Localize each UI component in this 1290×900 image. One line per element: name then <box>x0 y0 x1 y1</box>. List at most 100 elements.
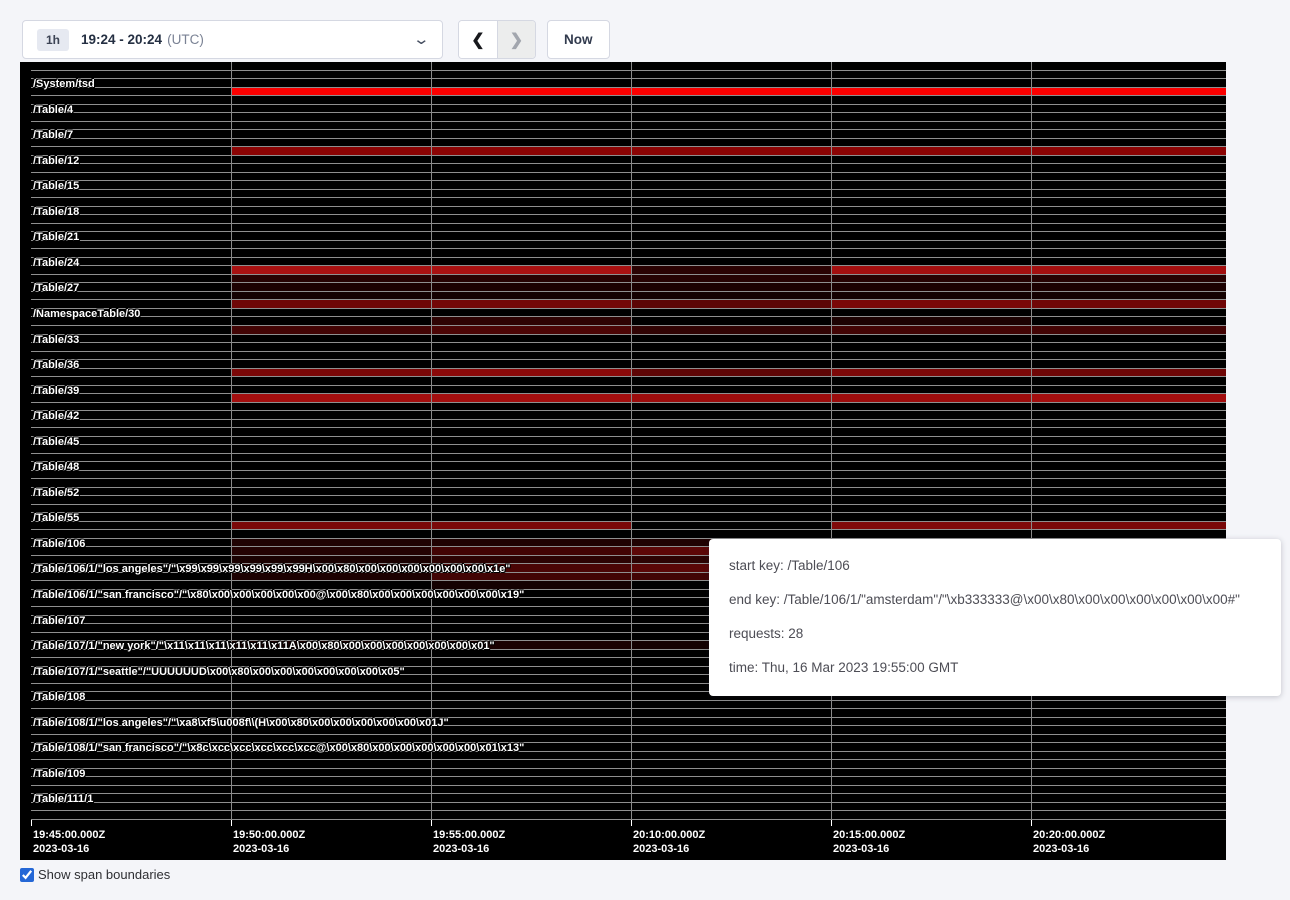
heatmap-cell[interactable] <box>31 352 231 360</box>
heatmap-cell[interactable] <box>31 232 231 240</box>
heatmap-cell[interactable] <box>31 249 231 257</box>
heatmap-cell[interactable] <box>231 275 431 283</box>
heatmap-cell[interactable] <box>1031 241 1226 249</box>
heatmap-cell[interactable] <box>831 113 1031 121</box>
heatmap-cell[interactable] <box>831 786 1031 794</box>
heatmap-cell[interactable] <box>31 752 231 760</box>
heatmap-cell[interactable] <box>631 317 831 325</box>
heatmap-cell[interactable] <box>431 335 631 343</box>
heatmap-cell[interactable] <box>631 735 831 743</box>
heatmap-cell[interactable] <box>31 454 231 462</box>
heatmap-cell[interactable] <box>631 488 831 496</box>
heatmap-cell[interactable] <box>431 496 631 504</box>
heatmap-cell[interactable] <box>431 386 631 394</box>
heatmap-cell[interactable] <box>31 581 231 589</box>
heatmap-cell[interactable] <box>231 658 431 666</box>
heatmap-cell[interactable] <box>231 173 431 181</box>
heatmap-cell[interactable] <box>1031 147 1226 155</box>
heatmap-cell[interactable] <box>431 300 631 308</box>
heatmap-cell[interactable] <box>631 215 831 223</box>
heatmap-cell[interactable] <box>831 241 1031 249</box>
heatmap-cell[interactable] <box>31 215 231 223</box>
heatmap-cell[interactable] <box>31 130 231 138</box>
heatmap-cell[interactable] <box>1031 701 1226 709</box>
heatmap-cell[interactable] <box>831 258 1031 266</box>
heatmap-cell[interactable] <box>831 335 1031 343</box>
heatmap-cell[interactable] <box>631 701 831 709</box>
heatmap-cell[interactable] <box>631 445 831 453</box>
heatmap-cell[interactable] <box>831 96 1031 104</box>
heatmap-cell[interactable] <box>231 607 431 615</box>
heatmap-cell[interactable] <box>831 88 1031 96</box>
heatmap-cell[interactable] <box>831 275 1031 283</box>
heatmap-cell[interactable] <box>631 377 831 385</box>
heatmap-cell[interactable] <box>31 539 231 547</box>
heatmap-cell[interactable] <box>831 752 1031 760</box>
heatmap-cell[interactable] <box>31 283 231 291</box>
heatmap-cell[interactable] <box>431 735 631 743</box>
heatmap-cell[interactable] <box>31 794 231 802</box>
heatmap-cell[interactable] <box>431 513 631 521</box>
heatmap-cell[interactable] <box>231 496 431 504</box>
heatmap-cell[interactable] <box>31 709 231 717</box>
heatmap-cell[interactable] <box>831 215 1031 223</box>
heatmap-cell[interactable] <box>431 709 631 717</box>
heatmap-cell[interactable] <box>831 760 1031 768</box>
heatmap-cell[interactable] <box>431 249 631 257</box>
heatmap-cell[interactable] <box>631 479 831 487</box>
heatmap-cell[interactable] <box>231 616 431 624</box>
heatmap-cell[interactable] <box>631 71 831 79</box>
heatmap-cell[interactable] <box>631 522 831 530</box>
heatmap-cell[interactable] <box>831 292 1031 300</box>
heatmap-cell[interactable] <box>31 667 231 675</box>
heatmap-cell[interactable] <box>631 198 831 206</box>
heatmap-cell[interactable] <box>231 522 431 530</box>
heatmap-cell[interactable] <box>1031 505 1226 513</box>
heatmap-cell[interactable] <box>1031 79 1226 87</box>
heatmap-cell[interactable] <box>1031 343 1226 351</box>
heatmap-cell[interactable] <box>431 641 631 649</box>
heatmap-cell[interactable] <box>231 701 431 709</box>
heatmap-cell[interactable] <box>631 454 831 462</box>
heatmap-cell[interactable] <box>231 147 431 155</box>
heatmap-cell[interactable] <box>231 539 431 547</box>
heatmap-cell[interactable] <box>231 300 431 308</box>
heatmap-cell[interactable] <box>431 147 631 155</box>
heatmap-cell[interactable] <box>831 437 1031 445</box>
heatmap-cell[interactable] <box>231 79 431 87</box>
heatmap-cell[interactable] <box>631 352 831 360</box>
heatmap-cell[interactable] <box>31 735 231 743</box>
heatmap-cell[interactable] <box>831 530 1031 538</box>
heatmap-cell[interactable] <box>431 71 631 79</box>
heatmap-cell[interactable] <box>631 811 831 819</box>
heatmap-cell[interactable] <box>631 122 831 130</box>
heatmap-cell[interactable] <box>831 701 1031 709</box>
heatmap-cell[interactable] <box>431 539 631 547</box>
heatmap-cell[interactable] <box>31 743 231 751</box>
heatmap-cell[interactable] <box>431 428 631 436</box>
heatmap-cell[interactable] <box>431 811 631 819</box>
heatmap-cell[interactable] <box>1031 139 1226 147</box>
heatmap-cell[interactable] <box>1031 130 1226 138</box>
heatmap-cell[interactable] <box>31 471 231 479</box>
heatmap-cell[interactable] <box>231 786 431 794</box>
heatmap-cell[interactable] <box>31 718 231 726</box>
heatmap-cell[interactable] <box>431 752 631 760</box>
heatmap-cell[interactable] <box>831 411 1031 419</box>
heatmap-cell[interactable] <box>231 760 431 768</box>
heatmap-cell[interactable] <box>31 811 231 819</box>
heatmap-cell[interactable] <box>31 317 231 325</box>
heatmap-cell[interactable] <box>31 488 231 496</box>
heatmap-cell[interactable] <box>231 130 431 138</box>
heatmap-cell[interactable] <box>831 156 1031 164</box>
heatmap-cell[interactable] <box>431 266 631 274</box>
heatmap-cell[interactable] <box>831 360 1031 368</box>
heatmap-cell[interactable] <box>231 88 431 96</box>
heatmap-cell[interactable] <box>631 181 831 189</box>
heatmap-cell[interactable] <box>231 581 431 589</box>
heatmap-cell[interactable] <box>1031 122 1226 130</box>
now-button[interactable]: Now <box>547 20 610 59</box>
heatmap-cell[interactable] <box>831 147 1031 155</box>
heatmap-cell[interactable] <box>631 471 831 479</box>
heatmap-cell[interactable] <box>1031 777 1226 785</box>
